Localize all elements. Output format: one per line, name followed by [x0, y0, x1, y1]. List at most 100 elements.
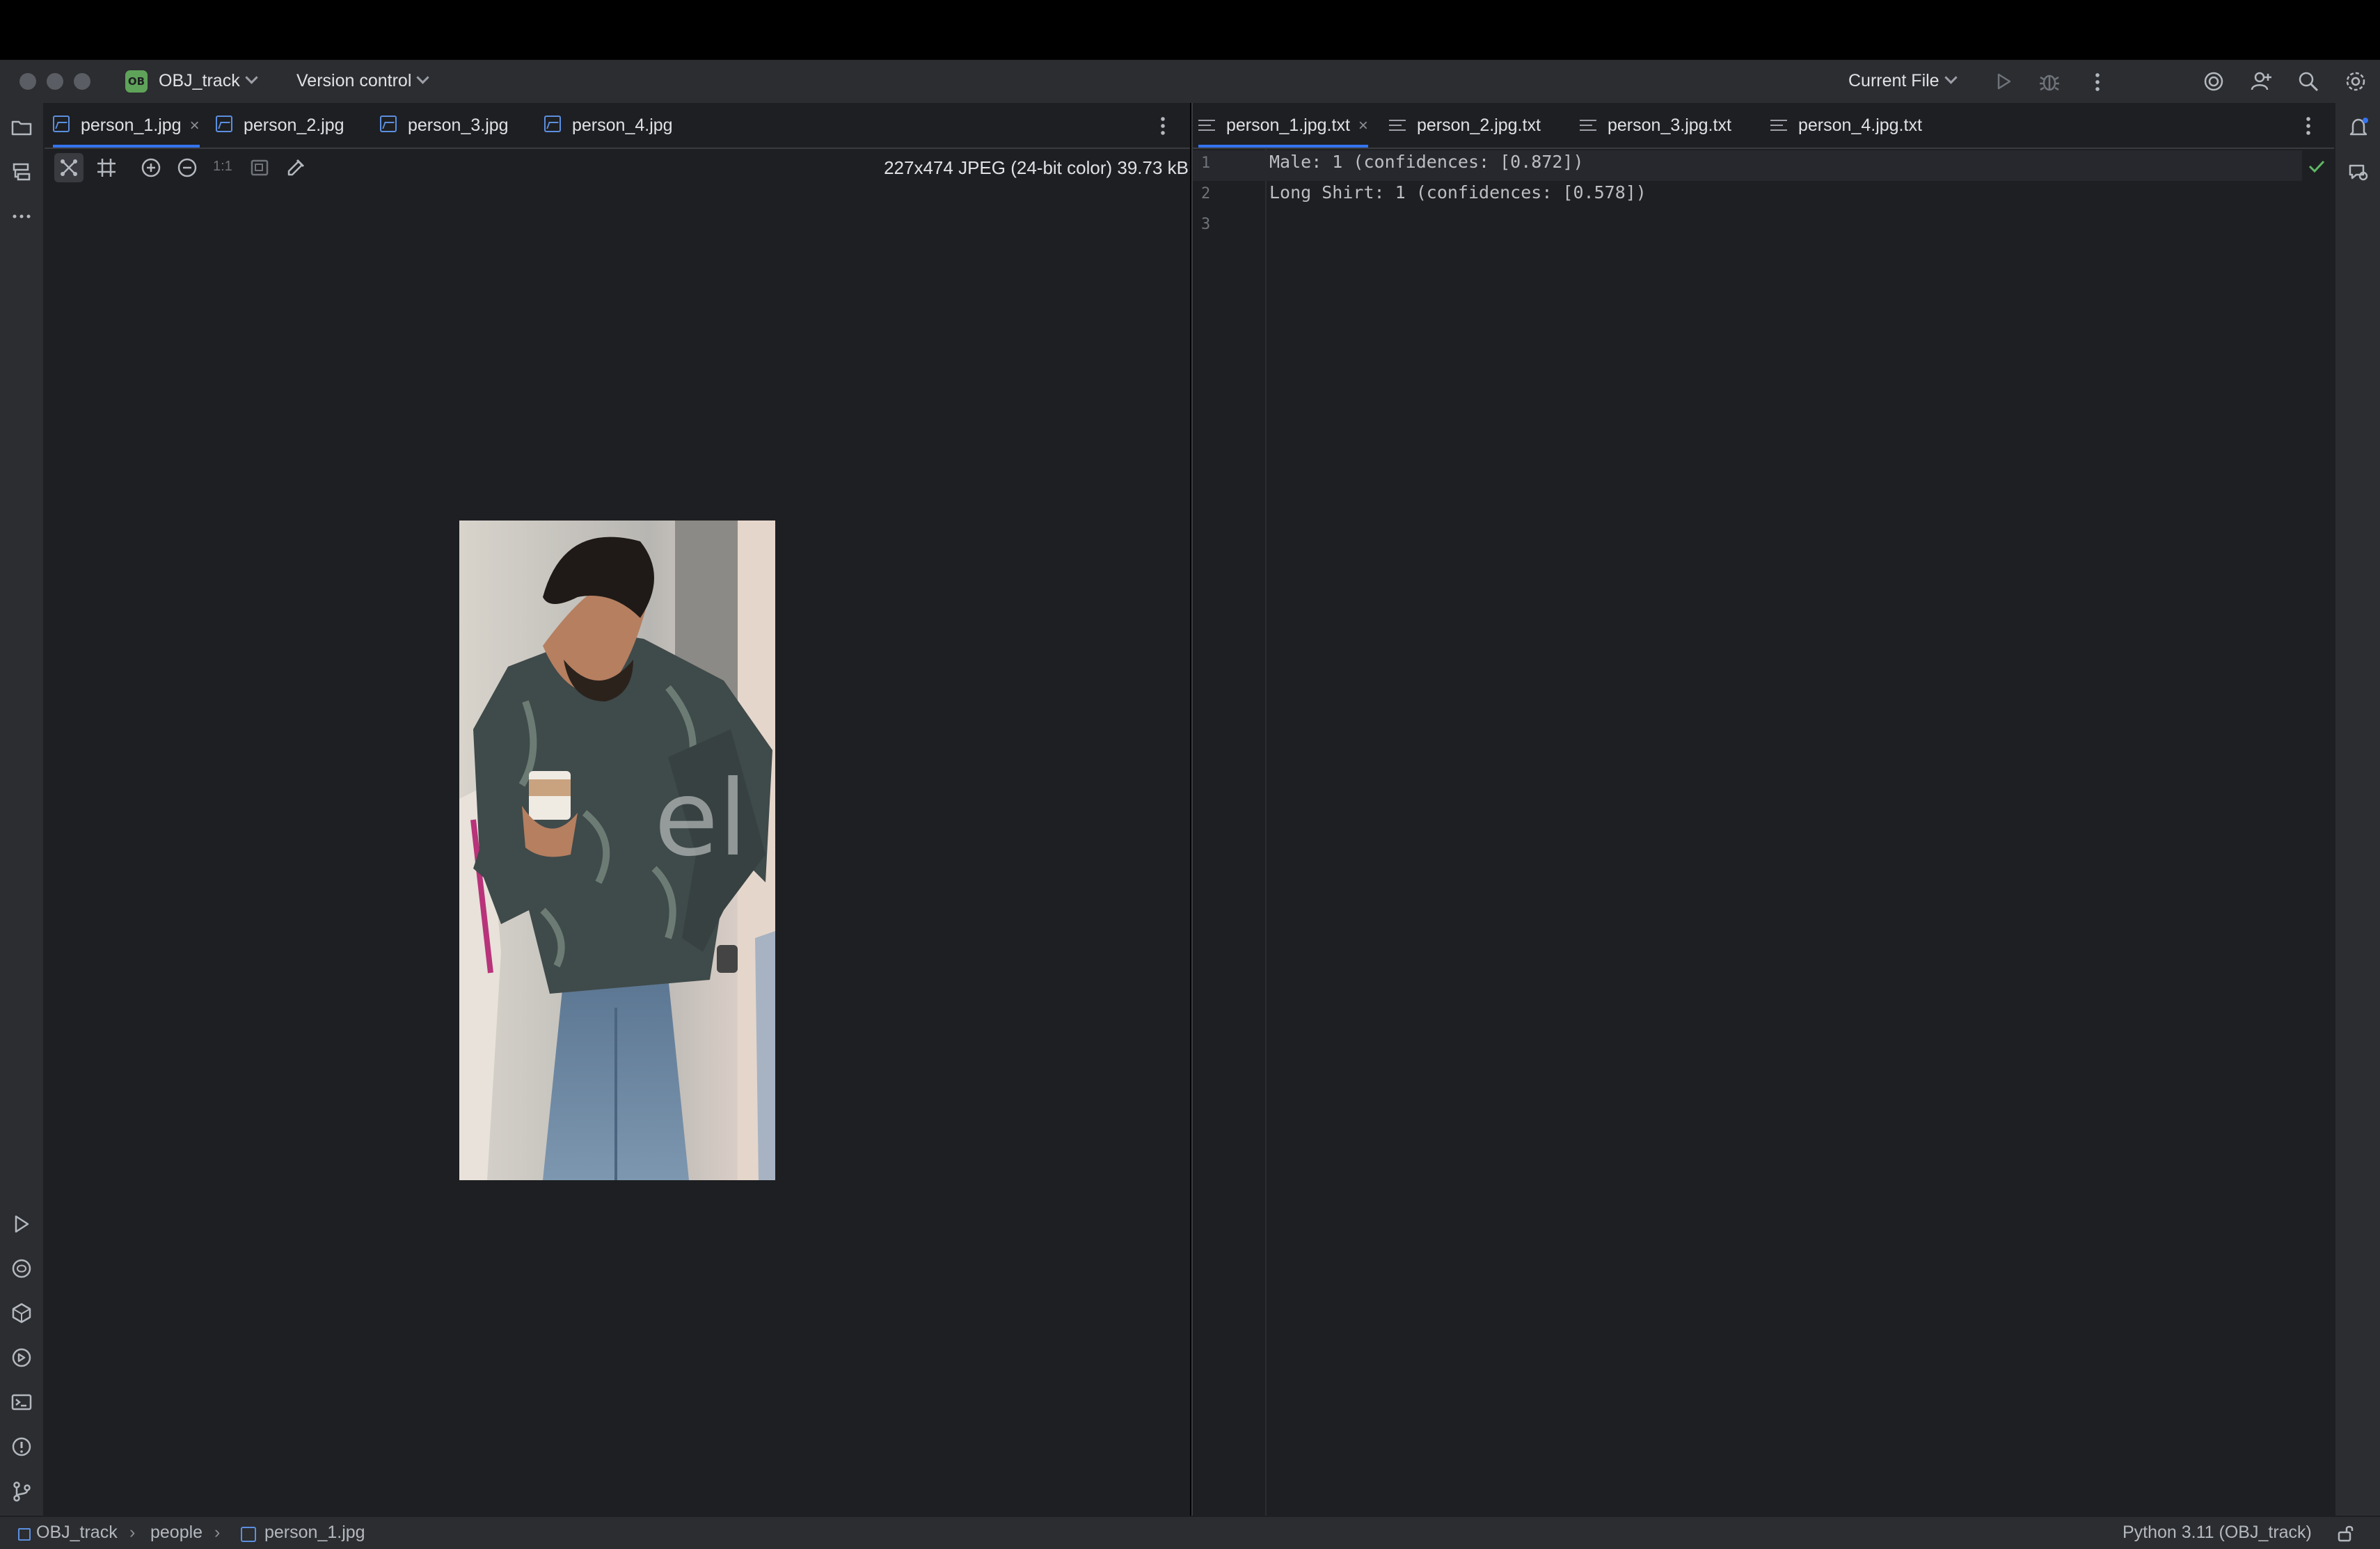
color-picker-button[interactable] — [281, 153, 310, 182]
image-file-icon — [380, 116, 397, 132]
python-interpreter[interactable]: Python 3.11 (OBJ_track) — [2123, 1523, 2312, 1543]
zoom-out-button[interactable] — [173, 153, 202, 182]
more-icon[interactable] — [2095, 72, 2100, 91]
crop-grid-icon — [97, 159, 116, 177]
tab-label: person_3.jpg.txt — [1608, 116, 1731, 135]
chevron-down-icon — [1944, 71, 1958, 84]
breadcrumb-file[interactable]: person_1.jpg — [264, 1523, 365, 1543]
add-user-icon[interactable] — [2249, 70, 2273, 93]
notifications-icon[interactable] — [2347, 116, 2370, 139]
chevron-down-icon — [245, 71, 258, 84]
project-switcher[interactable]: OBJ_track — [159, 71, 258, 91]
person-photo: el — [459, 521, 775, 1180]
version-control-label: Version control — [296, 71, 412, 90]
tab-person-2-jpg[interactable]: person_2.jpg — [216, 103, 344, 148]
window-minimize-button[interactable] — [47, 73, 63, 90]
image-file-icon — [241, 1527, 256, 1542]
run-icon[interactable] — [1992, 70, 2015, 93]
tab-person-1-jpg-txt[interactable]: person_1.jpg.txt × — [1198, 103, 1368, 148]
tab-label: person_1.jpg — [81, 116, 182, 135]
more-tools-icon[interactable] — [10, 205, 33, 228]
python-console-icon[interactable] — [10, 1346, 33, 1369]
line-number: 3 — [1201, 216, 1211, 233]
text-file-icon — [1770, 118, 1787, 132]
debug-icon[interactable] — [2038, 70, 2061, 93]
tab-person-4-jpg-txt[interactable]: person_4.jpg.txt — [1770, 103, 1922, 148]
run-icon[interactable] — [10, 1212, 33, 1236]
project-badge[interactable]: OB — [125, 70, 148, 93]
project-folder-icon[interactable] — [10, 116, 33, 139]
screen-top-bezel — [0, 0, 2380, 60]
actual-size-button[interactable]: 1:1 — [213, 159, 232, 175]
settings-icon[interactable] — [2344, 70, 2367, 93]
window-maximize-button[interactable] — [74, 73, 90, 90]
tab-person-2-jpg-txt[interactable]: person_2.jpg.txt — [1389, 103, 1541, 148]
fit-to-window-icon — [251, 159, 269, 176]
toggle-grid-button[interactable] — [54, 153, 84, 182]
close-icon[interactable]: × — [190, 116, 200, 135]
tab-person-3-jpg[interactable]: person_3.jpg — [380, 103, 509, 148]
services-icon[interactable] — [10, 1301, 33, 1325]
image-file-icon — [544, 116, 561, 132]
image-file-icon — [216, 116, 232, 132]
tab-label: person_4.jpg — [572, 116, 673, 135]
tab-label: person_3.jpg — [408, 116, 509, 135]
tab-label: person_1.jpg.txt — [1226, 116, 1350, 135]
image-editor-pane: person_1.jpg × person_2.jpg person_3.jpg … — [45, 103, 1190, 1516]
eyedropper-icon — [287, 159, 305, 176]
text-tab-bar: person_1.jpg.txt × person_2.jpg.txt perso… — [1193, 103, 2335, 149]
image-watermark: el — [654, 758, 747, 880]
window-close-button[interactable] — [19, 73, 36, 90]
git-icon[interactable] — [10, 1479, 33, 1503]
breadcrumb-folder[interactable]: people — [150, 1523, 203, 1543]
code-with-me-icon[interactable] — [2202, 70, 2226, 93]
version-control-menu[interactable]: Version control — [296, 71, 430, 91]
chessboard-button[interactable] — [92, 153, 121, 182]
right-tool-strip — [2334, 103, 2380, 1516]
project-name: OBJ_track — [159, 71, 240, 90]
search-icon[interactable] — [2296, 70, 2320, 93]
chevron-down-icon — [416, 71, 430, 84]
gutter — [1193, 149, 1267, 1516]
fit-zoom-button[interactable] — [245, 153, 274, 182]
line-number: 1 — [1201, 154, 1211, 172]
module-icon — [18, 1528, 31, 1541]
text-file-icon — [1198, 118, 1215, 132]
line-number: 2 — [1201, 185, 1211, 202]
no-problems-check-icon[interactable] — [2306, 156, 2327, 177]
image-preview: el — [459, 521, 775, 1180]
tab-label: person_2.jpg.txt — [1417, 116, 1541, 135]
text-file-icon — [1580, 118, 1596, 132]
tab-label: person_2.jpg — [244, 116, 344, 135]
grid-icon — [61, 159, 77, 176]
problems-icon[interactable] — [10, 1435, 33, 1459]
chevron-right-icon: › — [129, 1523, 136, 1542]
image-file-icon — [53, 116, 70, 132]
ai-assistant-icon[interactable] — [2347, 160, 2370, 184]
image-tab-bar: person_1.jpg × person_2.jpg person_3.jpg … — [45, 103, 1190, 149]
run-config-selector[interactable]: Current File — [1848, 71, 1958, 91]
image-info: 227x474 JPEG (24-bit color) 39.73 kB — [884, 157, 1189, 178]
lock-icon[interactable] — [2335, 1523, 2356, 1543]
zoom-out-icon — [177, 158, 197, 177]
left-tool-strip — [0, 103, 45, 1516]
code-line[interactable]: Long Shirt: 1 (confidences: [0.578]) — [1269, 182, 1647, 202]
breadcrumb-project[interactable]: OBJ_track — [36, 1523, 118, 1543]
tab-person-4-jpg[interactable]: person_4.jpg — [544, 103, 673, 148]
zoom-in-button[interactable] — [136, 153, 166, 182]
terminal-icon[interactable] — [10, 1390, 33, 1414]
tab-options-icon[interactable] — [1161, 116, 1165, 135]
tab-person-1-jpg[interactable]: person_1.jpg × — [53, 103, 200, 148]
python-packages-icon[interactable] — [10, 1257, 33, 1280]
tab-label: person_4.jpg.txt — [1798, 116, 1922, 135]
code-line[interactable]: Male: 1 (confidences: [0.872]) — [1269, 152, 1584, 172]
zoom-in-icon — [141, 158, 161, 177]
text-file-icon — [1389, 118, 1406, 132]
text-editor-pane: person_1.jpg.txt × person_2.jpg.txt perso… — [1191, 103, 2335, 1516]
run-config-label: Current File — [1848, 71, 1939, 90]
close-icon[interactable]: × — [1358, 116, 1368, 135]
status-bar: OBJ_track › people › person_1.jpg Python… — [0, 1516, 2380, 1549]
tab-person-3-jpg-txt[interactable]: person_3.jpg.txt — [1580, 103, 1731, 148]
tab-options-icon[interactable] — [2306, 116, 2310, 135]
structure-icon[interactable] — [10, 160, 33, 184]
